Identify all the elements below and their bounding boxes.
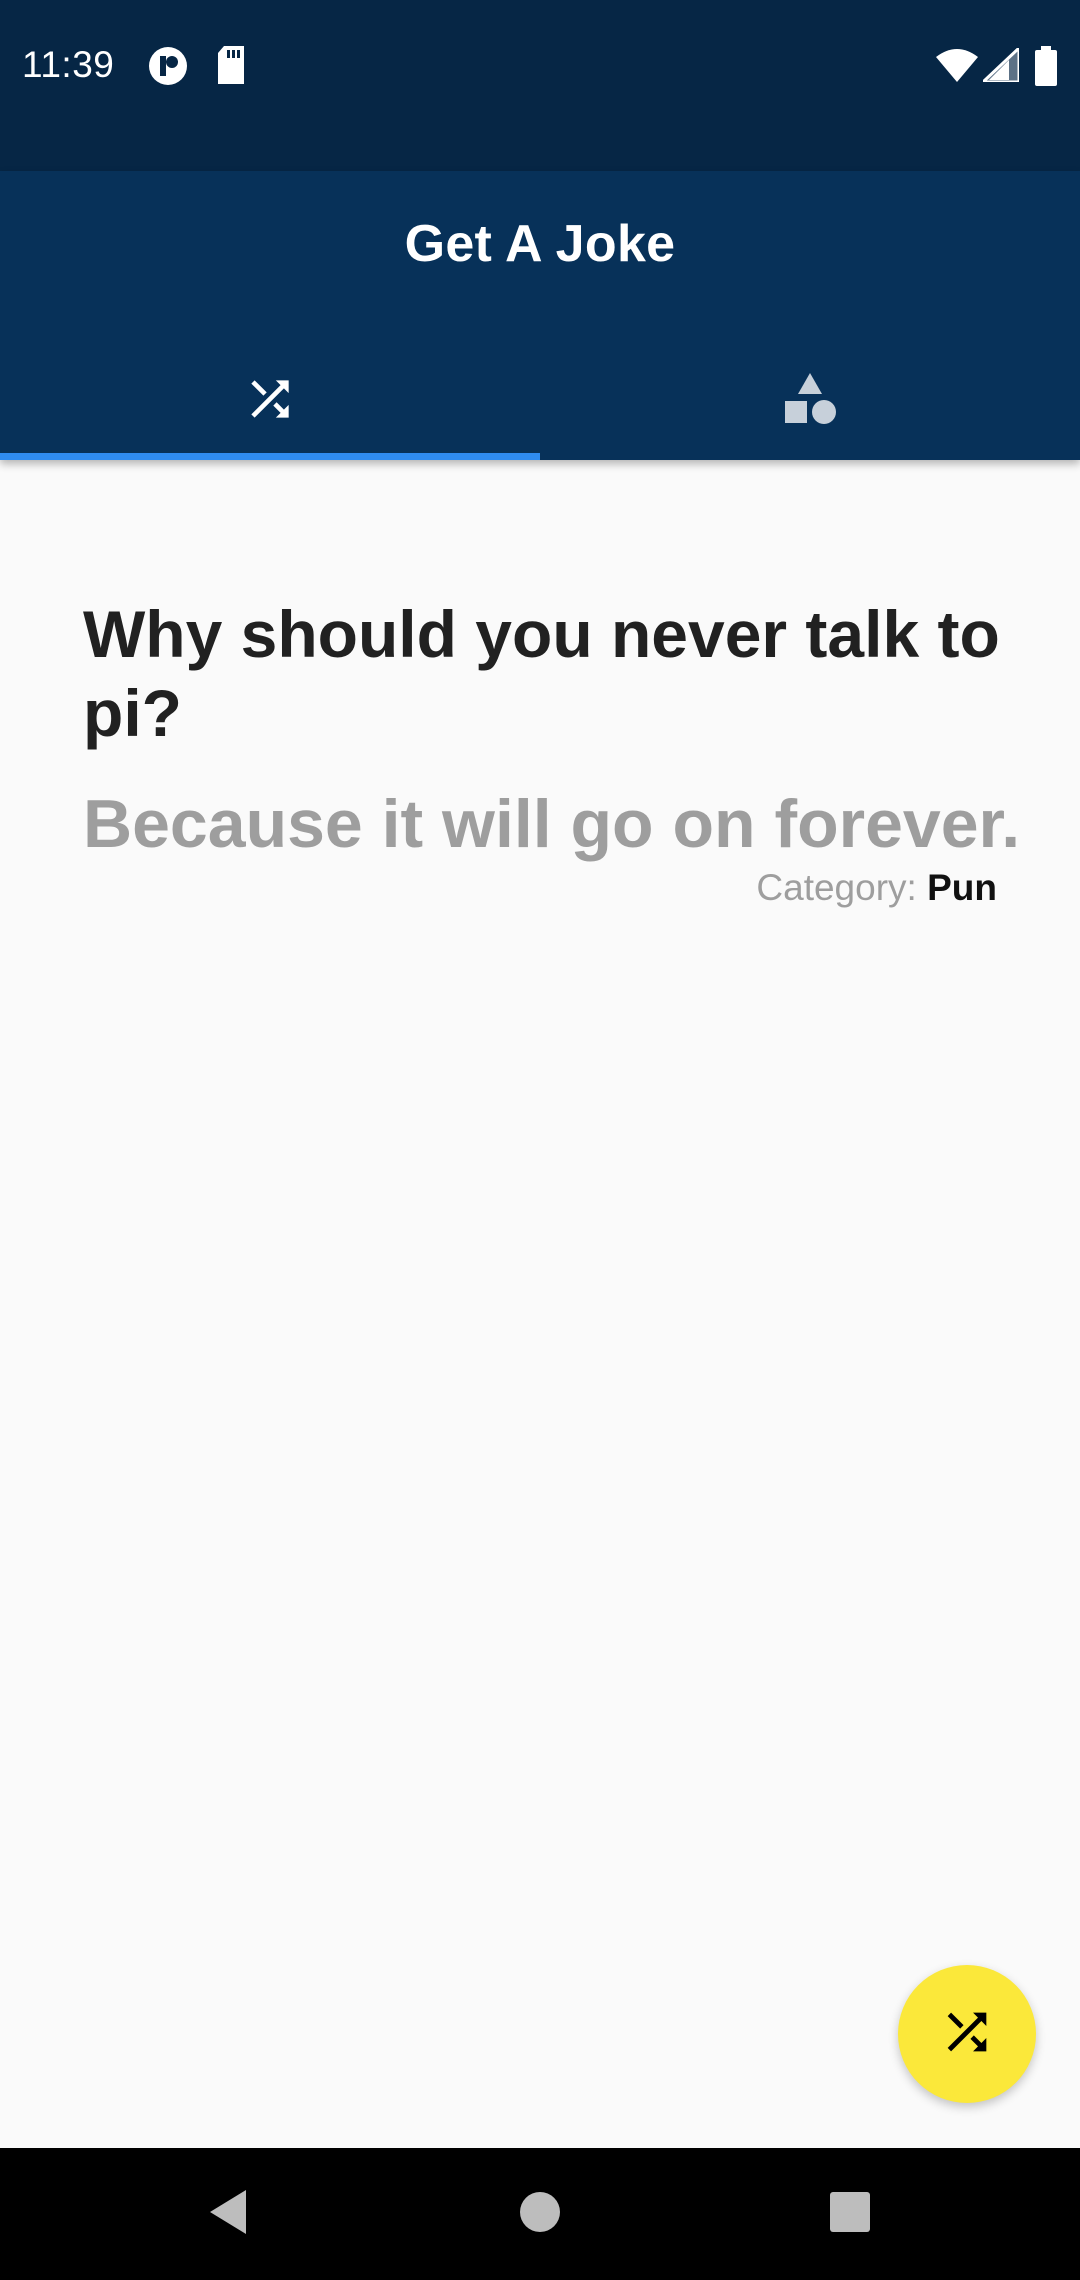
home-button[interactable] — [460, 2148, 620, 2280]
status-time: 11:39 — [22, 44, 115, 85]
category-label: Category: — [756, 867, 917, 908]
sd-card-icon — [216, 46, 246, 89]
app-bar: Get A Joke — [0, 171, 1080, 460]
tab-random-joke[interactable] — [0, 343, 540, 460]
status-bar: 11:39 — [0, 0, 1080, 171]
back-icon — [206, 2188, 250, 2241]
joke-delivery: Because it will go on forever. — [83, 786, 1021, 862]
category-value: Pun — [927, 867, 997, 908]
back-button[interactable] — [148, 2148, 308, 2280]
tab-indicator — [0, 453, 540, 460]
navigation-bar — [0, 2148, 1080, 2280]
joke-setup: Why should you never talk to pi? — [83, 597, 1000, 750]
tab-categories[interactable] — [540, 343, 1080, 460]
battery-icon — [1034, 46, 1058, 91]
shuffle-fab-button[interactable] — [898, 1965, 1036, 2103]
shuffle-icon — [242, 371, 298, 432]
wifi-icon — [936, 48, 978, 87]
signal-icon — [979, 44, 1021, 87]
shuffle-icon — [938, 2003, 996, 2066]
joke-category: Category: Pun — [756, 863, 997, 913]
recents-icon — [829, 2191, 871, 2238]
home-icon — [519, 2191, 561, 2238]
alert-icon — [148, 46, 188, 91]
app-title: Get A Joke — [404, 215, 676, 273]
category-shapes-icon — [781, 370, 839, 433]
joke-content: Why should you never talk to pi? Because… — [0, 460, 1080, 2148]
recents-button[interactable] — [770, 2148, 930, 2280]
